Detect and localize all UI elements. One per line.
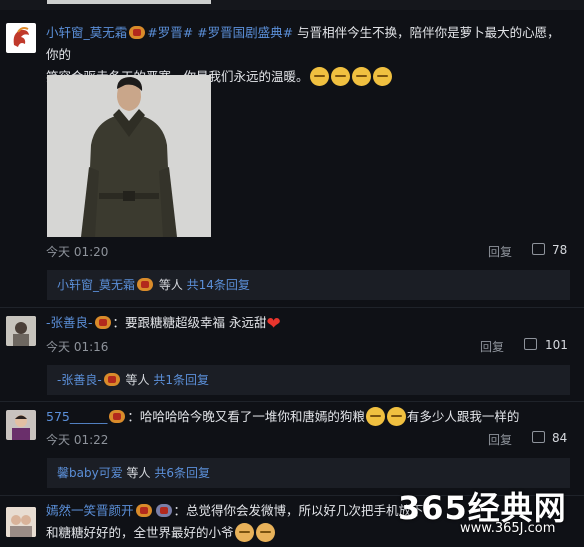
laugh-emoji-icon — [386, 407, 406, 426]
topic-tags[interactable]: #罗晋# #罗晋国剧盛典# — [147, 25, 293, 40]
thread-count[interactable]: 共1条回复 — [153, 373, 209, 387]
comment-text: -张善良- ：要跟糖糖超级幸福 永远甜❤ — [46, 312, 570, 335]
comment-photo[interactable] — [47, 75, 211, 237]
like-count: 101 — [545, 338, 568, 352]
member-badge-icon — [137, 278, 154, 291]
member-badge-icon — [135, 504, 152, 517]
avatar[interactable] — [6, 507, 36, 537]
comment-time: 今天 01:22 — [46, 433, 109, 447]
previous-image-edge — [0, 0, 584, 10]
thumbs-up-icon — [532, 243, 545, 255]
comment-meta: 今天 01:22 回复 84 — [46, 431, 570, 449]
reply-button[interactable]: 回复 — [480, 338, 504, 355]
thumbs-up-icon — [532, 431, 545, 443]
member-badge-icon — [103, 373, 120, 386]
avatar[interactable] — [6, 23, 36, 53]
comment-time: 今天 01:20 — [46, 245, 109, 259]
thread-username[interactable]: -张善良- — [57, 373, 102, 387]
comment-meta: 今天 01:20 回复 78 — [46, 243, 570, 261]
vip-badge-icon — [155, 504, 172, 517]
comment-body-line1: ：总觉得你会发微博，所以好几次把手机放下 — [173, 503, 424, 518]
comment-body-line1: ：要跟糖糖超级幸福 永远甜 — [112, 315, 267, 330]
thumbs-up-icon — [524, 338, 537, 350]
comment-username[interactable]: 嫣然一笑晋颜开 — [46, 503, 134, 518]
site-watermark: 365经典网 www.365J.com — [398, 483, 578, 543]
member-badge-icon — [129, 26, 146, 39]
laugh-emoji-icon — [365, 407, 385, 426]
thread-username[interactable]: 馨baby可爱 — [57, 466, 123, 480]
like-button[interactable] — [532, 431, 545, 446]
heart-emoji-icon: ❤ — [266, 314, 281, 334]
comment-username[interactable]: -张善良- — [46, 315, 93, 330]
comment-meta: 今天 01:16 回复 101 — [46, 338, 570, 356]
smile-emoji-icon — [330, 67, 350, 86]
reply-button[interactable]: 回复 — [488, 431, 512, 448]
comment-username[interactable]: 575______ — [46, 409, 107, 424]
thread-username[interactable]: 小轩窗_莫无霜 — [57, 278, 135, 292]
comment-time: 今天 01:16 — [46, 340, 109, 354]
thread-etc: 等人 — [155, 278, 187, 292]
smile-emoji-icon — [309, 67, 329, 86]
like-button[interactable] — [524, 338, 537, 353]
comment-body-line1-cont: 有多少人跟我一样的 — [406, 409, 520, 424]
divider — [0, 307, 584, 308]
thread-count[interactable]: 共6条回复 — [154, 466, 210, 480]
comment-body-line2: 和糖糖好好的，全世界最好的小爷 — [46, 525, 234, 540]
comment-text: 575______ ：哈哈哈哈今晚又看了一堆你和唐嫣的狗粮 有多少人跟我一样的 — [46, 406, 570, 428]
member-badge-icon — [109, 410, 126, 423]
watermark-url: www.365J.com — [460, 521, 556, 536]
reply-thread-bar[interactable]: 小轩窗_莫无霜 等人 共14条回复 — [47, 270, 570, 300]
reply-thread-bar[interactable]: -张善良- 等人 共1条回复 — [47, 365, 570, 395]
comment-body-line1: ：哈哈哈哈今晚又看了一堆你和唐嫣的狗粮 — [127, 409, 365, 424]
smile-emoji-icon — [351, 67, 371, 86]
divider — [0, 401, 584, 402]
like-count: 84 — [552, 431, 568, 445]
thread-etc: 等人 — [121, 373, 154, 387]
avatar[interactable] — [6, 316, 36, 346]
reply-button[interactable]: 回复 — [488, 243, 512, 260]
avatar[interactable] — [6, 410, 36, 440]
salute-emoji-icon — [255, 523, 275, 542]
thread-count[interactable]: 共14条回复 — [187, 278, 250, 292]
thread-etc: 等人 — [122, 466, 155, 480]
member-badge-icon — [94, 316, 111, 329]
comment-username[interactable]: 小轩窗_莫无霜 — [46, 25, 127, 40]
salute-emoji-icon — [234, 523, 254, 542]
like-button[interactable] — [532, 243, 545, 258]
like-count: 78 — [552, 243, 568, 257]
smile-emoji-icon — [372, 67, 392, 86]
